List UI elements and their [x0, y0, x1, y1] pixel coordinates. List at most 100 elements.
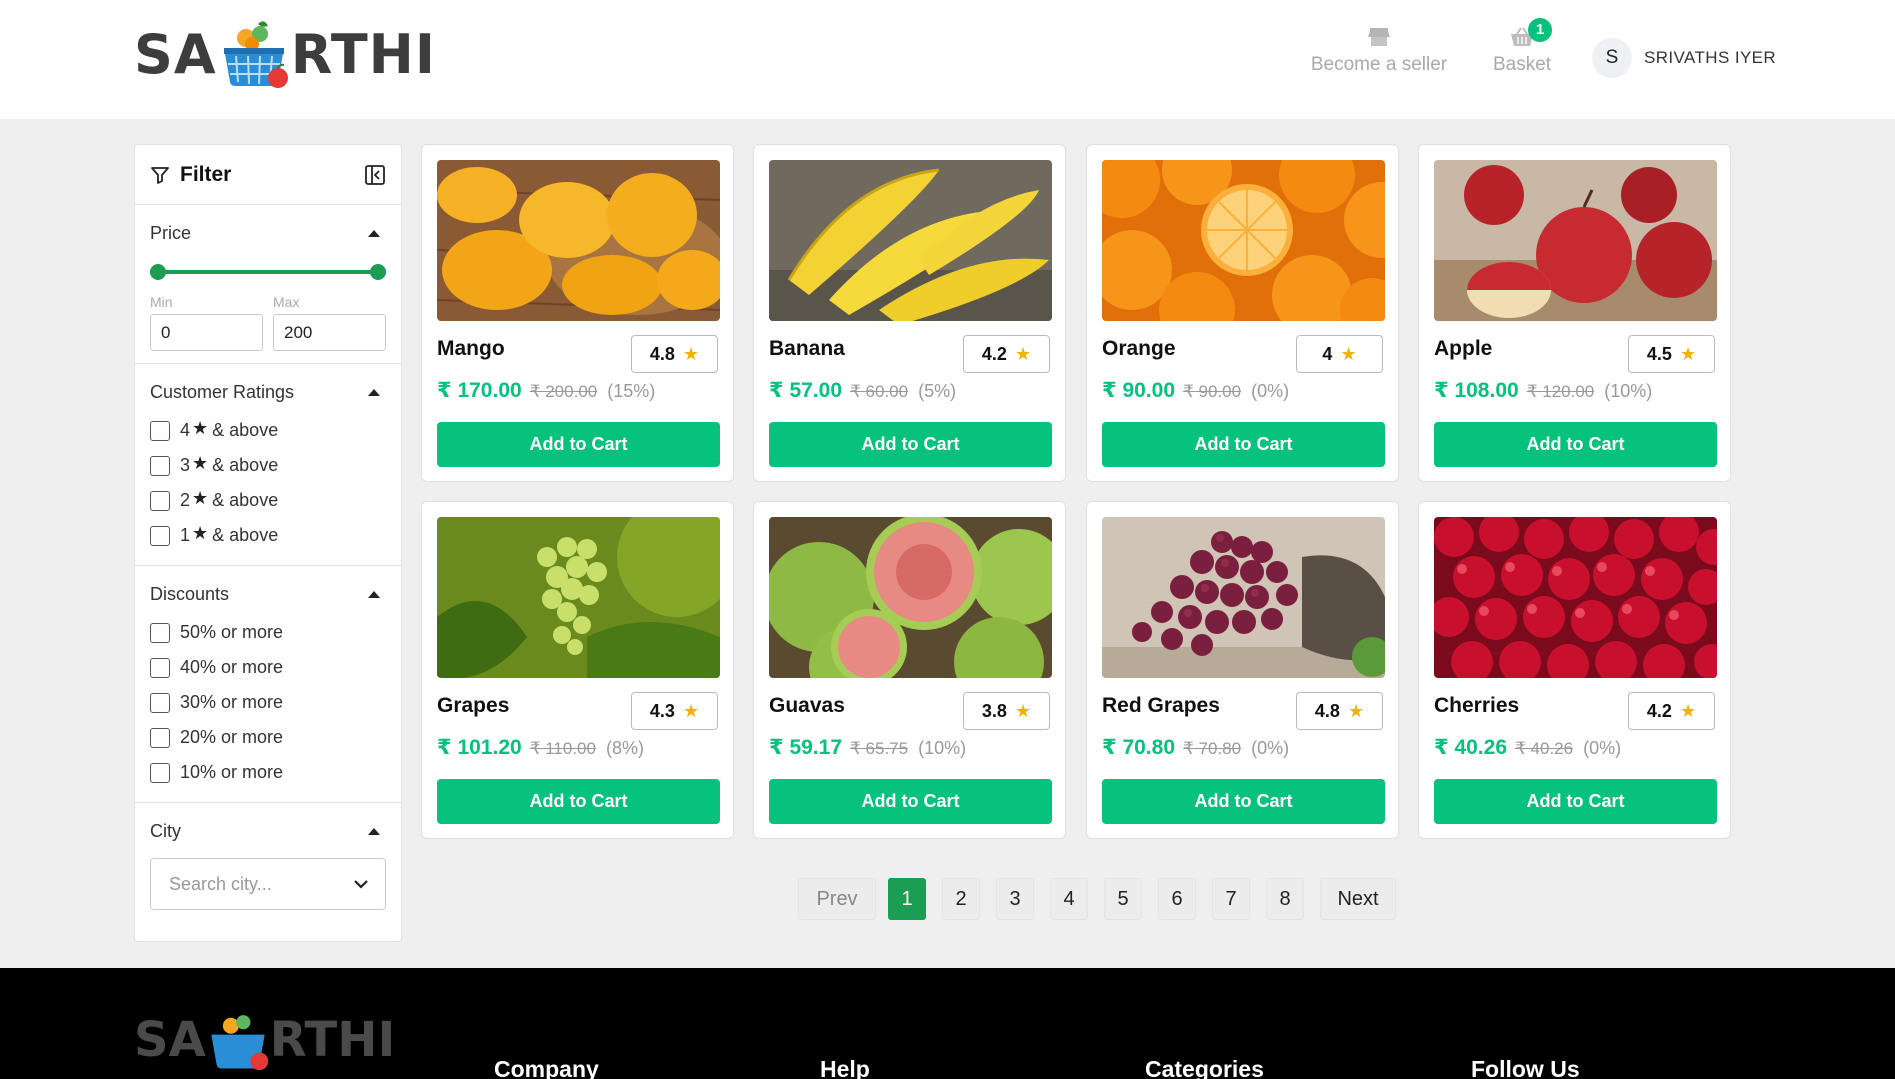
fruit-basket-logo-icon	[211, 1015, 268, 1071]
slider-max-handle[interactable]	[370, 264, 386, 280]
product-discount: (0%)	[1583, 738, 1622, 758]
ratings-filter-label: Customer Ratings	[150, 382, 295, 402]
product-card-apple[interactable]: Apple 4.5 ★ ₹ 108.00 ₹ 120.00 (10%) Add t…	[1418, 144, 1731, 482]
basket-link[interactable]: 1 Basket	[1482, 18, 1562, 76]
product-price: ₹ 59.17	[769, 736, 842, 759]
ratings-filter-toggle[interactable]: Customer Ratings	[150, 382, 386, 403]
checkbox[interactable]	[150, 762, 170, 783]
product-image-mango[interactable]	[437, 160, 720, 321]
product-original-price: ₹ 60.00	[850, 382, 909, 401]
product-card-guavas[interactable]: Guavas 3.8 ★ ₹ 59.17 ₹ 65.75 (10%) Add to…	[753, 501, 1066, 839]
product-image-banana[interactable]	[769, 160, 1052, 321]
product-price: ₹ 40.26	[1434, 736, 1507, 759]
collapse-sidebar-icon[interactable]	[364, 164, 386, 186]
checkbox[interactable]	[150, 622, 170, 643]
discount-option-30[interactable]: 30% or more	[150, 685, 386, 720]
page-button-3[interactable]: 3	[996, 878, 1034, 920]
become-seller-link[interactable]: Become a seller	[1304, 24, 1454, 76]
add-to-cart-button[interactable]: Add to Cart	[1102, 422, 1385, 467]
page-button-4[interactable]: 4	[1050, 878, 1088, 920]
product-card-banana[interactable]: Banana 4.2 ★ ₹ 57.00 ₹ 60.00 (5%) Add to …	[753, 144, 1066, 482]
product-image-grapes[interactable]	[437, 517, 720, 678]
star-icon: ★	[1014, 343, 1032, 364]
product-discount: (15%)	[607, 381, 656, 401]
rating-option-2[interactable]: 2 ★ & above	[150, 483, 386, 518]
product-card-red-grapes[interactable]: Red Grapes 4.8 ★ ₹ 70.80 ₹ 70.80 (0%) Add…	[1086, 501, 1399, 839]
product-image-orange[interactable]	[1102, 160, 1385, 321]
checkbox[interactable]	[150, 420, 170, 441]
chevron-down-icon	[354, 880, 368, 889]
filter-header: Filter	[135, 145, 401, 205]
discounts-filter-toggle[interactable]: Discounts	[150, 584, 386, 605]
product-card-orange[interactable]: Orange 4 ★ ₹ 90.00 ₹ 90.00 (0%) Add to Ca…	[1086, 144, 1399, 482]
rating-value: 4.8	[1314, 700, 1340, 721]
star-icon: ★	[682, 343, 700, 364]
rating-option-label: & above	[212, 525, 279, 545]
product-discount: (10%)	[918, 738, 967, 758]
checkbox[interactable]	[150, 490, 170, 511]
rating-option-1[interactable]: 1 ★ & above	[150, 518, 386, 553]
page-button-2[interactable]: 2	[942, 878, 980, 920]
discount-option-50[interactable]: 50% or more	[150, 615, 386, 650]
add-to-cart-button[interactable]: Add to Cart	[437, 779, 720, 824]
price-range-slider[interactable]	[150, 264, 386, 280]
rating-number: 1	[180, 525, 191, 545]
add-to-cart-button[interactable]: Add to Cart	[769, 422, 1052, 467]
star-icon: ★	[1347, 700, 1365, 721]
product-image-cherries[interactable]	[1434, 517, 1717, 678]
cherries-image	[1434, 517, 1717, 678]
discounts-filter-label: Discounts	[150, 584, 230, 604]
slider-min-handle[interactable]	[150, 264, 166, 280]
min-price-input[interactable]	[150, 314, 263, 351]
product-card-cherries[interactable]: Cherries 4.2 ★ ₹ 40.26 ₹ 40.26 (0%) Add t…	[1418, 501, 1731, 839]
add-to-cart-button[interactable]: Add to Cart	[1434, 779, 1717, 824]
checkbox[interactable]	[150, 727, 170, 748]
rating-option-3[interactable]: 3 ★ & above	[150, 448, 386, 483]
footer-logo[interactable]: SA RTHI	[134, 1008, 395, 1072]
discount-option-40[interactable]: 40% or more	[150, 650, 386, 685]
product-image-apple[interactable]	[1434, 160, 1717, 321]
next-page-button[interactable]: Next	[1320, 878, 1396, 920]
page-button-7[interactable]: 7	[1212, 878, 1250, 920]
add-to-cart-button[interactable]: Add to Cart	[1434, 422, 1717, 467]
discount-option-10[interactable]: 10% or more	[150, 755, 386, 790]
discount-option-label: 50% or more	[180, 622, 284, 642]
max-price-label: Max	[273, 294, 300, 310]
add-to-cart-button[interactable]: Add to Cart	[437, 422, 720, 467]
discount-option-label: 10% or more	[180, 762, 284, 782]
page-button-8[interactable]: 8	[1266, 878, 1304, 920]
city-filter-label: City	[150, 821, 181, 841]
checkbox[interactable]	[150, 455, 170, 476]
rating-option-4[interactable]: 4 ★ & above	[150, 413, 386, 448]
add-to-cart-button[interactable]: Add to Cart	[1102, 779, 1385, 824]
price-filter-toggle[interactable]: Price	[150, 223, 386, 244]
user-menu[interactable]: S SRIVATHS IYER	[1592, 38, 1776, 78]
discount-option-20[interactable]: 20% or more	[150, 720, 386, 755]
city-search-select[interactable]: Search city...	[150, 858, 386, 910]
saarthi-logo[interactable]: SA RTHI	[134, 14, 436, 94]
checkbox[interactable]	[150, 525, 170, 546]
logo-text-left: SA	[134, 1012, 206, 1068]
product-discount: (10%)	[1604, 381, 1653, 401]
product-price: ₹ 101.20	[437, 736, 522, 759]
city-filter: City Search city...	[135, 803, 401, 922]
add-to-cart-button[interactable]: Add to Cart	[769, 779, 1052, 824]
price-row: ₹ 70.80 ₹ 70.80 (0%)	[1102, 735, 1289, 760]
product-price: ₹ 70.80	[1102, 736, 1175, 759]
star-icon: ★	[682, 700, 700, 721]
checkbox[interactable]	[150, 692, 170, 713]
caret-up-icon	[368, 591, 380, 598]
max-price-input[interactable]	[273, 314, 386, 351]
product-card-mango[interactable]: Mango 4.8 ★ ₹ 170.00 ₹ 200.00 (15%) Add t…	[421, 144, 734, 482]
product-image-guavas[interactable]	[769, 517, 1052, 678]
product-card-grapes[interactable]: Grapes 4.3 ★ ₹ 101.20 ₹ 110.00 (8%) Add t…	[421, 501, 734, 839]
page-button-5[interactable]: 5	[1104, 878, 1142, 920]
price-row: ₹ 90.00 ₹ 90.00 (0%)	[1102, 378, 1289, 403]
prev-page-button[interactable]: Prev	[798, 878, 876, 920]
page-button-1[interactable]: 1	[888, 878, 926, 920]
product-image-red-grapes[interactable]	[1102, 517, 1385, 678]
product-name: Mango	[437, 337, 505, 360]
city-filter-toggle[interactable]: City	[150, 821, 386, 842]
checkbox[interactable]	[150, 657, 170, 678]
page-button-6[interactable]: 6	[1158, 878, 1196, 920]
